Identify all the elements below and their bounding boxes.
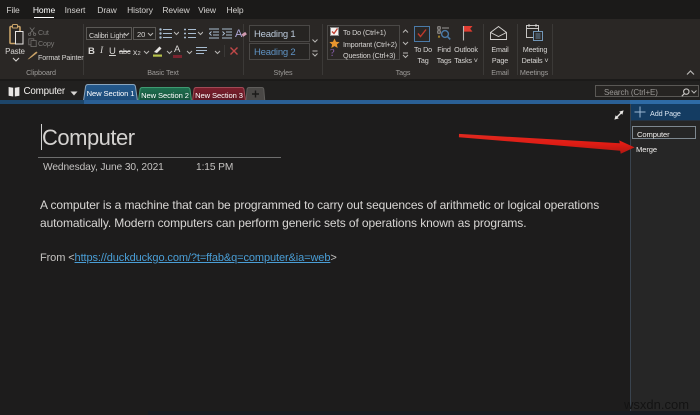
svg-text:New Section 2: New Section 2	[141, 91, 189, 100]
svg-text:New Section 3: New Section 3	[195, 91, 243, 100]
svg-text:A: A	[235, 28, 243, 39]
svg-text:New Section 1: New Section 1	[87, 89, 135, 98]
